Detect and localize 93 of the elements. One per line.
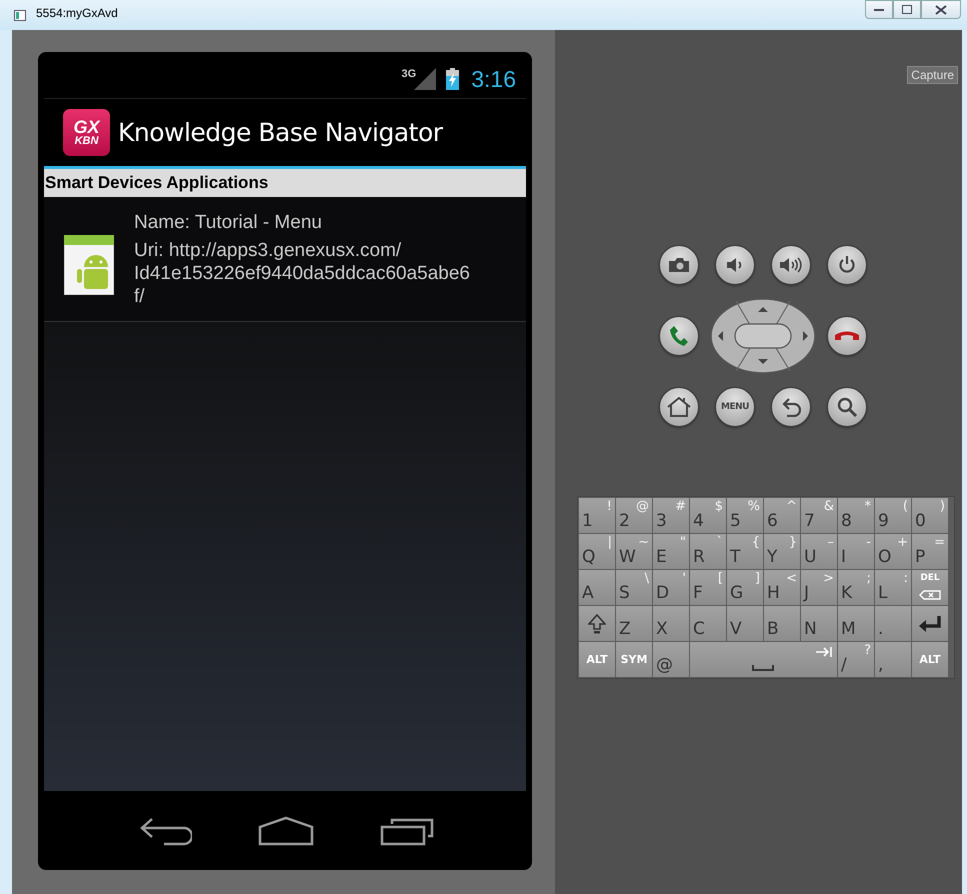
keyboard-key[interactable]: Y } [764,534,800,569]
keyboard-key[interactable]: @ [653,642,689,677]
keyboard-key[interactable]: S \ [616,570,652,605]
volume-down-icon [727,256,743,272]
keyboard-key[interactable]: T { [727,534,763,569]
keyboard-key[interactable]: V [727,606,763,641]
app-uri: Uri: http://apps3.genexusx.com/ Id41e153226ef9440da5ddcac60a5abe6 f/ [134,239,470,308]
keyboard-key[interactable]: SYM [616,642,652,677]
keyboard-key[interactable]: 3 # [653,498,689,533]
keyboard-key[interactable]: 5 % [727,498,763,533]
keyboard-key[interactable]: N [801,606,837,641]
enter-arrow-icon [918,614,942,632]
keyboard-key[interactable]: U – [801,534,837,569]
capture-button[interactable]: Capture [907,66,958,84]
app-name: Name: Tutorial - Menu [134,211,323,235]
app-list-item[interactable]: Name: Tutorial - Menu Uri: http://apps3.genexusx.com/ Id41e153226ef9440da5ddcac60a5abe6 f/ [44,197,526,322]
keyboard-key[interactable]: L : [875,570,911,605]
keyboard-key[interactable]: 7 & [801,498,837,533]
keyboard-key[interactable]: F [ [690,570,726,605]
keyboard-key[interactable]: Q | [579,534,615,569]
volume-down-button[interactable] [715,244,755,284]
volume-up-button[interactable] [771,244,811,284]
house-icon [667,396,691,416]
keyboard-key[interactable]: I - [838,534,874,569]
keyboard-key[interactable]: O + [875,534,911,569]
maximize-icon [902,5,912,14]
keyboard-key[interactable]: 1 ! [579,498,615,533]
keyboard-key[interactable]: D ' [653,570,689,605]
keyboard-key[interactable]: 2 @ [616,498,652,533]
keyboard-key[interactable]: R ` [690,534,726,569]
keyboard-key[interactable]: 8 * [838,498,874,533]
camera-icon [669,258,689,272]
camera-button[interactable] [659,244,699,284]
call-button[interactable] [659,316,699,356]
minimize-icon [874,8,884,12]
keyboard-key[interactable]: A [579,570,615,605]
section-header: Smart Devices Applications [44,169,526,197]
menu-button[interactable]: MENU [715,386,755,426]
keyboard-key[interactable]: Z [616,606,652,641]
tab-arrow-icon [816,647,832,657]
search-button[interactable] [827,386,867,426]
android-app-icon [64,235,114,295]
keyboard-key[interactable]: J > [801,570,837,605]
keyboard-key[interactable]: M [838,606,874,641]
signal-icon [414,68,436,90]
shift-key[interactable] [579,606,615,641]
keyboard-key[interactable]: P = [912,534,948,569]
space-bracket-icon [752,665,774,671]
maximize-button[interactable] [893,0,921,19]
keyboard-key[interactable]: B [764,606,800,641]
keyboard-key[interactable]: . [875,606,911,641]
power-button[interactable] [827,244,867,284]
keyboard-key[interactable]: 4 $ [690,498,726,533]
keyboard-key[interactable]: C [690,606,726,641]
keyboard-key[interactable]: E " [653,534,689,569]
home-button[interactable] [659,386,699,426]
end-call-button[interactable] [827,316,867,356]
power-icon [839,256,855,273]
window-title: 5554:myGxAvd [36,6,118,20]
keyboard-key[interactable]: / ? [838,642,874,677]
volume-up-icon [780,256,802,272]
keyboard-key[interactable]: 0 ) [912,498,948,533]
home-icon[interactable] [258,816,314,846]
back-arrow-icon [781,396,801,416]
back-button[interactable] [771,386,811,426]
enter-key[interactable] [912,606,948,641]
network-label: 3G [402,68,416,80]
backspace-icon [919,590,941,600]
search-icon [837,396,857,416]
app-logo: GX KBN [63,109,110,156]
dpad[interactable] [710,298,816,374]
back-icon[interactable] [140,816,192,846]
app-title: Knowledge Base Navigator [118,118,443,147]
keyboard-key[interactable]: G ] [727,570,763,605]
keyboard-key[interactable]: H < [764,570,800,605]
window-icon [14,10,26,20]
keyboard-key[interactable]: 6 ^ [764,498,800,533]
phone-handset-icon [669,324,689,346]
keyboard-key[interactable]: 9 ( [875,498,911,533]
delete-key[interactable]: DEL [912,570,948,605]
keyboard-key[interactable]: ALT [579,642,615,677]
close-icon [935,4,947,14]
hang-up-icon [834,330,860,342]
clock-time: 3:16 [471,66,516,92]
battery-charging-icon [446,68,460,90]
shift-arrow-icon [588,614,606,634]
close-button[interactable] [921,0,961,19]
keyboard-key[interactable]: , [875,642,911,677]
keyboard-key[interactable]: K ; [838,570,874,605]
minimize-button[interactable] [865,0,893,19]
keyboard-key[interactable]: W ~ [616,534,652,569]
keyboard-key[interactable]: ALT [912,642,948,677]
keyboard-key[interactable]: X [653,606,689,641]
